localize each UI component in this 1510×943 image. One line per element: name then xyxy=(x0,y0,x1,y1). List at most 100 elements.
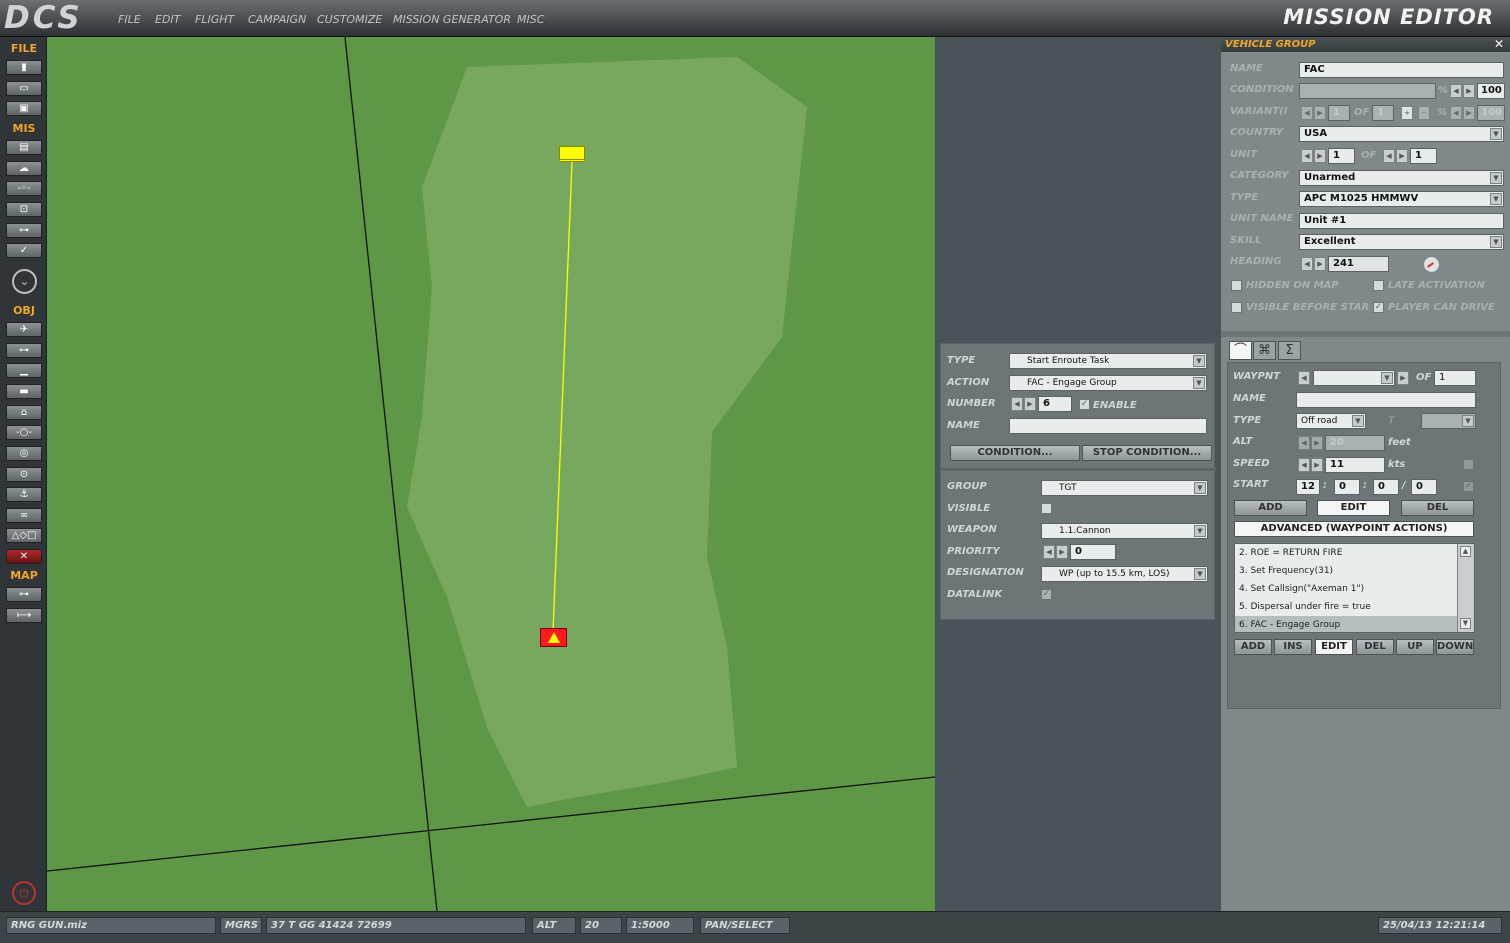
scroll-down-icon[interactable]: ▼ xyxy=(1460,618,1471,629)
menu-edit[interactable]: EDIT xyxy=(155,13,180,26)
wp-name-field[interactable] xyxy=(1296,392,1476,408)
spin-right-icon[interactable]: ▶ xyxy=(1056,545,1068,559)
fac-unit-marker[interactable] xyxy=(540,628,567,647)
visible-before-start-checkbox[interactable] xyxy=(1231,302,1242,313)
group-select[interactable]: TGT ▼ xyxy=(1041,480,1208,496)
close-icon[interactable]: ✕ xyxy=(1494,37,1504,51)
compass-dial-icon[interactable]: ⌄ xyxy=(12,269,37,294)
waypoint-tool-icon[interactable]: -○- xyxy=(6,425,42,440)
triggers-icon[interactable]: ⊡ xyxy=(6,202,42,217)
spin-right-icon[interactable]: ▶ xyxy=(1397,371,1409,385)
hidden-on-map-checkbox[interactable] xyxy=(1231,280,1242,291)
unit-name-field[interactable]: Unit #1 xyxy=(1299,213,1504,229)
spin-left-icon[interactable]: ◀ xyxy=(1450,106,1462,120)
spin-left-icon[interactable]: ◀ xyxy=(1301,257,1313,271)
group-name-field[interactable]: FAC xyxy=(1299,62,1504,78)
goals-icon[interactable]: ⊶ xyxy=(6,223,42,238)
designation-select[interactable]: WP (up to 15.5 km, LOS) ▼ xyxy=(1041,566,1208,582)
spin-right-icon[interactable]: ▶ xyxy=(1463,106,1475,120)
wp-t-select[interactable]: ▼ xyxy=(1421,413,1476,429)
spin-right-icon[interactable]: ▶ xyxy=(1396,149,1408,163)
list-item[interactable]: 5. Dispersal under fire = true xyxy=(1235,598,1457,616)
triggered-actions-tab-icon[interactable]: ⌘ xyxy=(1253,341,1276,360)
plus-icon[interactable]: + xyxy=(1401,106,1413,120)
action-ins-button[interactable]: INS xyxy=(1274,639,1312,655)
skill-select[interactable]: Excellent ▼ xyxy=(1299,234,1504,250)
action-down-button[interactable]: DOWN xyxy=(1436,639,1474,655)
vehicle-icon[interactable]: ▬ xyxy=(6,384,42,399)
spin-right-icon[interactable]: ▶ xyxy=(1314,149,1326,163)
stop-condition-button[interactable]: STOP CONDITION... xyxy=(1082,445,1212,461)
speed-lock-checkbox[interactable] xyxy=(1463,459,1474,470)
category-select[interactable]: Unarmed ▼ xyxy=(1299,170,1504,186)
menu-customize[interactable]: CUSTOMIZE xyxy=(317,13,382,26)
condition-field[interactable]: 100 xyxy=(1477,83,1505,99)
menu-file[interactable]: FILE xyxy=(118,13,141,26)
start-lock-checkbox[interactable]: ✓ xyxy=(1463,481,1474,492)
variant-field[interactable]: 1 xyxy=(1328,105,1350,121)
unit-count-field[interactable]: 1 xyxy=(1410,148,1437,164)
late-activation-checkbox[interactable] xyxy=(1373,280,1384,291)
spin-right-icon[interactable]: ▶ xyxy=(1311,458,1323,472)
list-item-selected[interactable]: 6. FAC - Engage Group xyxy=(1235,616,1457,632)
shapes-icon[interactable]: △◇□ xyxy=(6,528,42,543)
spin-left-icon[interactable]: ◀ xyxy=(1298,436,1310,450)
trigger-zone-icon[interactable]: -◦- xyxy=(6,181,42,196)
action-del-button[interactable]: DEL xyxy=(1356,639,1394,655)
heading-field[interactable]: 241 xyxy=(1328,256,1389,272)
start-hours-field[interactable]: 12 xyxy=(1296,479,1320,495)
menu-misc[interactable]: MISC xyxy=(517,13,544,26)
spin-right-icon[interactable]: ▶ xyxy=(1024,397,1036,411)
delete-icon[interactable]: ✕ xyxy=(6,549,42,564)
waypoint-select[interactable]: ▼ xyxy=(1313,370,1395,386)
scroll-up-icon[interactable]: ▲ xyxy=(1460,546,1471,557)
wp-add-button[interactable]: ADD xyxy=(1234,500,1307,516)
spin-left-icon[interactable]: ◀ xyxy=(1298,458,1310,472)
menu-mission-generator[interactable]: MISSION GENERATOR xyxy=(393,13,511,26)
spin-left-icon[interactable]: ◀ xyxy=(1383,149,1395,163)
action-up-button[interactable]: UP xyxy=(1396,639,1434,655)
weapon-select[interactable]: 1.1.Cannon ▼ xyxy=(1041,523,1208,539)
wp-type-select[interactable]: Off road ▼ xyxy=(1296,413,1366,429)
visible-checkbox[interactable] xyxy=(1041,503,1052,514)
weather-icon[interactable]: ☁ xyxy=(6,161,42,176)
static-object-icon[interactable]: ⌂ xyxy=(6,405,42,420)
wp-alt-field[interactable]: 20 xyxy=(1325,435,1385,451)
wp-speed-field[interactable]: 11 xyxy=(1325,457,1385,473)
player-can-drive-checkbox[interactable]: ✓ xyxy=(1373,302,1384,313)
open-file-icon[interactable]: ▭ xyxy=(6,81,42,96)
map-view[interactable] xyxy=(47,37,935,911)
ruler-icon[interactable]: ⊶ xyxy=(6,587,42,602)
anchor-icon[interactable]: ⚓ xyxy=(6,487,42,502)
start-seconds-field[interactable]: 0 xyxy=(1373,479,1399,495)
list-item[interactable]: 3. Set Frequency(31) xyxy=(1235,562,1457,580)
templates-icon[interactable]: ∞ xyxy=(6,508,42,523)
unit-index-field[interactable]: 1 xyxy=(1328,148,1355,164)
task-action-select[interactable]: FAC - Engage Group ▼ xyxy=(1009,375,1207,391)
list-item[interactable]: 2. ROE = RETURN FIRE xyxy=(1235,544,1457,562)
spin-left-icon[interactable]: ◀ xyxy=(1450,84,1462,98)
power-exit-icon[interactable]: ⏻ xyxy=(12,881,36,905)
spin-left-icon[interactable]: ◀ xyxy=(1298,371,1310,385)
helicopter-icon[interactable]: ⊶ xyxy=(6,343,42,358)
advanced-waypoint-actions-button[interactable]: ADVANCED (WAYPOINT ACTIONS) xyxy=(1234,521,1474,537)
enable-checkbox[interactable]: ✓ xyxy=(1079,399,1090,410)
target-icon[interactable]: ◎ xyxy=(6,446,42,461)
summary-tab-icon[interactable]: Σ xyxy=(1278,341,1301,360)
spin-right-icon[interactable]: ▶ xyxy=(1463,84,1475,98)
menu-campaign[interactable]: CAMPAIGN xyxy=(248,13,306,26)
action-edit-button[interactable]: EDIT xyxy=(1315,639,1353,655)
ship-icon[interactable]: ▁ xyxy=(6,363,42,378)
spin-left-icon[interactable]: ◀ xyxy=(1301,149,1313,163)
spin-left-icon[interactable]: ◀ xyxy=(1011,397,1023,411)
wp-del-button[interactable]: DEL xyxy=(1401,500,1474,516)
unit-type-select[interactable]: APC M1025 HMMWV ▼ xyxy=(1299,191,1504,207)
variant-of-field[interactable]: 1 xyxy=(1372,105,1394,121)
spin-left-icon[interactable]: ◀ xyxy=(1301,106,1313,120)
waypoint-count-field[interactable]: 1 xyxy=(1434,370,1476,386)
task-type-select[interactable]: Start Enroute Task ▼ xyxy=(1009,353,1207,369)
country-select[interactable]: USA ▼ xyxy=(1299,126,1504,142)
list-scrollbar[interactable]: ▲ ▼ xyxy=(1457,544,1474,632)
minus-icon[interactable]: − xyxy=(1418,106,1430,120)
datalink-checkbox[interactable]: ✓ xyxy=(1041,589,1052,600)
